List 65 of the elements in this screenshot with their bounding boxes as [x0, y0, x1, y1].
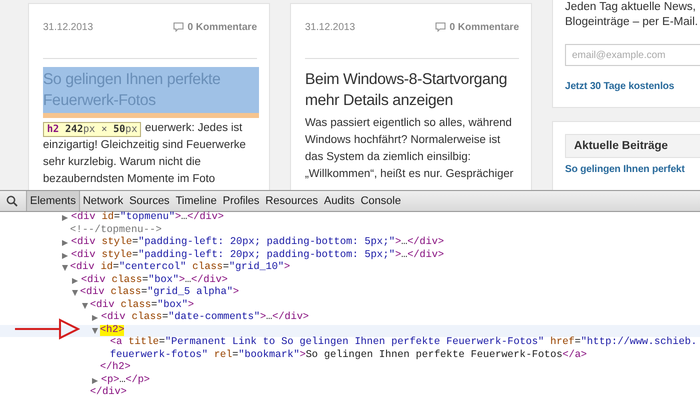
dom-node-row[interactable]: <div id="topmenu">…</div> [0, 212, 700, 224]
post-date: 31.12.2013 [305, 22, 356, 32]
code-line: <div style="padding-left: 20px; padding-bottom: 5px;">…</div> [71, 237, 444, 250]
dom-node-row[interactable]: <div class="box"> [0, 300, 700, 312]
speech-bubble-icon [172, 22, 184, 32]
dom-node-row[interactable]: <div style="padding-left: 20px; padding-bottom: 5px;">…</div> [0, 237, 700, 250]
search-icon[interactable] [6, 195, 18, 207]
code-line: <div class="date-comments">…</div> [101, 312, 309, 324]
excerpt-line: Was passiert eigentlich so alles, während [305, 116, 512, 131]
code-line: <div id="topmenu">…</div> [71, 212, 224, 224]
devtools-tab[interactable]: Sources [126, 191, 173, 211]
code-line: <div class="grid_5 alpha"> [80, 287, 239, 300]
recent-post-link[interactable]: So gelingen Ihnen perfekt [565, 164, 700, 175]
newsletter-text: Blogeinträge – per E-Mail. [565, 15, 699, 30]
expanded-arrow-icon[interactable] [82, 302, 88, 309]
excerpt-line: das System da ziemlich einsilbig: [305, 150, 471, 165]
dom-node-row[interactable]: <a title="Permanent Link to So gelingen Ihnen perfekte Feuerwerk-Fotos" href="http://www.schieb. [0, 337, 700, 350]
inspect-tooltip: h2 242px × 50px [43, 122, 142, 137]
code-line: feuerwerk-fotos" rel="bookmark">So gelingen Ihnen perfekte Feuerwerk-Fotos</a> [110, 350, 587, 362]
pointer-arrow [15, 318, 80, 340]
code-line: <div class="box">…</div> [81, 274, 228, 286]
code-line: </h2> [100, 362, 131, 374]
speech-bubble-icon [434, 22, 446, 32]
code-line: <a title="Permanent Link to So gelingen Ihnen perfekte Feuerwerk-Fotos" href="http://www.schieb. [110, 337, 697, 350]
excerpt-line: einzigartig! Gleichzeitig sind Feuerwerke [43, 138, 246, 153]
dom-node-row[interactable]: <h2> [0, 324, 700, 337]
devtools-tab[interactable]: Network [80, 191, 126, 211]
devtools-tab[interactable]: Console [358, 191, 404, 211]
code-line: </div> [90, 387, 127, 400]
collapsed-arrow-icon[interactable] [62, 215, 68, 222]
excerpt-line: bezauberndsten Momente im Foto [43, 172, 216, 187]
email-input[interactable]: email@example.com [565, 44, 700, 66]
devtools-tab[interactable]: Resources [262, 191, 321, 211]
excerpt-line: „Willkommen“, heißt es nur. Gesprächiger [305, 167, 514, 182]
newsletter-text: Jeden Tag aktuelle News, [565, 0, 697, 15]
collapsed-arrow-icon[interactable] [62, 240, 68, 246]
dom-node-row[interactable]: <!--/topmenu--> [0, 224, 700, 237]
collapsed-arrow-icon[interactable] [62, 252, 68, 259]
comments-link[interactable]: 0 Kommentare [172, 22, 257, 32]
dom-node-row[interactable]: <div style="padding-left: 20px; padding-bottom: 5px;">…</div> [0, 250, 700, 262]
dom-node-row[interactable]: <p>…</p> [0, 374, 700, 387]
expanded-arrow-icon[interactable] [62, 265, 68, 272]
excerpt-line: sehr kurzlebig. Warum nicht die [43, 155, 201, 170]
expanded-arrow-icon[interactable] [72, 290, 78, 296]
code-line: <!--/topmenu--> [70, 224, 162, 236]
post-date: 31.12.2013 [43, 22, 94, 32]
comments-link[interactable]: 0 Kommentare [434, 22, 519, 32]
devtools-tab[interactable]: Elements [26, 191, 80, 211]
code-line: <div class="box"> [90, 300, 194, 312]
collapsed-arrow-icon[interactable] [92, 378, 98, 384]
code-line: <div id="centercol" class="grid_10"> [70, 262, 290, 274]
dom-node-row[interactable]: <div class="grid_5 alpha"> [0, 287, 700, 300]
post-title[interactable]: Beim Windows-8-Startvorgang mehr Details anzeigen [305, 67, 521, 113]
devtools-tab[interactable]: Profiles [220, 191, 262, 211]
collapsed-arrow-icon[interactable] [72, 278, 78, 284]
recent-posts-heading: Aktuelle Beiträge [565, 134, 700, 158]
dom-node-row[interactable]: <div id="centercol" class="grid_10"> [0, 262, 700, 274]
trial-link[interactable]: Jetzt 30 Tage kostenlos [565, 81, 700, 92]
devtools-tab[interactable]: Audits [321, 191, 358, 211]
code-line: <p>…</p> [101, 374, 150, 386]
code-line: <div style="padding-left: 20px; padding-bottom: 5px;">…</div> [71, 250, 444, 262]
dom-node-row[interactable]: <div class="box">…</div> [0, 274, 700, 287]
devtools-tab[interactable]: Timeline [172, 191, 220, 211]
excerpt-line: Windows hochfährt? Normalerweise ist [305, 133, 500, 148]
excerpt-line: euerwerk: Jedes ist [145, 121, 242, 136]
